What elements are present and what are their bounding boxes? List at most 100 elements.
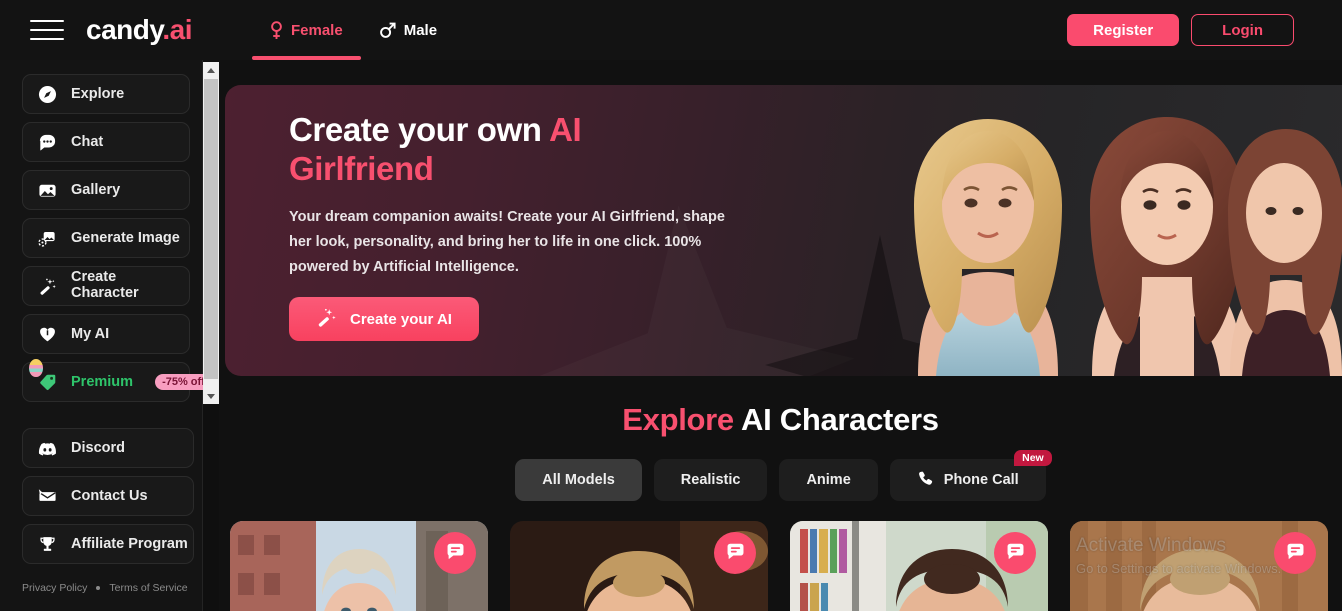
female-symbol-icon [270, 20, 283, 40]
menu-toggle-icon[interactable] [30, 17, 64, 43]
character-card-3[interactable] [790, 521, 1048, 611]
sidebar-item-explore[interactable]: Explore [22, 74, 190, 114]
tab-female[interactable]: Female [252, 0, 361, 60]
male-symbol-icon [379, 22, 396, 39]
filter-label: Realistic [680, 472, 741, 488]
top-navigation-bar: candy.ai Female Male Register Login [0, 0, 1342, 60]
hamburger-line [30, 29, 64, 31]
character-card-4[interactable] [1070, 521, 1328, 611]
sidebar-item-label: Contact Us [71, 488, 148, 504]
auth-buttons: Register Login [1067, 14, 1294, 46]
card-chat-button[interactable] [714, 532, 756, 574]
hero-banner: Create your own AI Girlfriend Your dream … [225, 85, 1342, 376]
easter-egg-icon [29, 359, 43, 377]
sidebar-nav-list: Explore Chat Gallery Generate Image Crea… [0, 60, 203, 402]
scrollbar-thumb[interactable] [204, 79, 218, 379]
filter-label: Anime [806, 472, 851, 488]
sidebar-footer-links: Privacy Policy Terms of Service [22, 582, 188, 594]
sidebar-item-label: Create Character [71, 269, 139, 301]
login-button[interactable]: Login [1191, 14, 1294, 46]
premium-discount-badge: -75% off [155, 374, 203, 390]
sidebar-item-generate-image[interactable]: Generate Image [22, 218, 190, 258]
hero-title-accent2: Girlfriend [289, 149, 434, 187]
card-chat-button[interactable] [434, 532, 476, 574]
sidebar: Explore Chat Gallery Generate Image Crea… [0, 60, 203, 611]
sidebar-item-contact-us[interactable]: Contact Us [22, 476, 194, 516]
hero-artwork [872, 85, 1342, 376]
hamburger-line [30, 38, 64, 40]
privacy-policy-link[interactable]: Privacy Policy [22, 582, 87, 594]
chat-bubble-icon [1285, 541, 1306, 565]
tab-female-label: Female [291, 21, 343, 39]
sidebar-item-discord[interactable]: Discord [22, 428, 194, 468]
sidebar-item-label: Affiliate Program [71, 536, 188, 552]
magic-wand-icon [37, 276, 57, 296]
tab-male-label: Male [403, 21, 438, 39]
sidebar-item-label: Chat [71, 134, 104, 150]
chat-bubble-icon [725, 541, 746, 565]
filter-realistic[interactable]: Realistic [653, 459, 768, 501]
character-card-1[interactable] [230, 521, 488, 611]
hero-title-part1: Create your own [289, 111, 550, 148]
character-filter-tabs: All Models Realistic Anime Phone Call Ne… [219, 450, 1342, 501]
filter-label: Phone Call [943, 472, 1019, 488]
trophy-icon [37, 534, 57, 554]
image-icon [37, 180, 57, 200]
filter-all-models[interactable]: All Models [515, 459, 642, 501]
footer-separator-dot [96, 586, 101, 590]
sidebar-scrollbar[interactable] [203, 62, 219, 404]
sidebar-item-label: Explore [71, 86, 125, 102]
sidebar-item-label: My AI [71, 326, 110, 342]
sidebar-item-my-ai[interactable]: My AI [22, 314, 190, 354]
discord-icon [37, 438, 57, 458]
hero-title-accent1: AI [549, 111, 582, 148]
magic-wand-icon [316, 307, 337, 332]
hero-title: Create your own AI Girlfriend [289, 111, 759, 189]
explore-title-accent: Explore [622, 402, 734, 437]
brand-name: candy [86, 14, 163, 45]
generate-image-icon [37, 228, 57, 248]
sidebar-item-label: Generate Image [71, 230, 180, 246]
chat-bubble-icon [1005, 541, 1026, 565]
card-chat-button[interactable] [994, 532, 1036, 574]
register-button[interactable]: Register [1067, 14, 1180, 46]
terms-of-service-link[interactable]: Terms of Service [109, 582, 187, 594]
compass-icon [37, 84, 57, 104]
brand-logo[interactable]: candy.ai [86, 14, 192, 46]
filter-anime[interactable]: Anime [779, 459, 878, 501]
hamburger-line [30, 20, 64, 22]
gender-nav: Female Male [252, 0, 455, 60]
sidebar-item-gallery[interactable]: Gallery [22, 170, 190, 210]
create-your-ai-label: Create your AI [350, 310, 452, 328]
card-chat-button[interactable] [1274, 532, 1316, 574]
filter-phone-call[interactable]: Phone Call New [889, 450, 1052, 501]
sidebar-scroll-region: Explore Chat Gallery Generate Image Crea… [0, 60, 203, 404]
sidebar-item-chat[interactable]: Chat [22, 122, 190, 162]
sidebar-item-affiliate-program[interactable]: Affiliate Program [22, 524, 194, 564]
filter-label: All Models [542, 472, 615, 488]
hero-copy: Create your own AI Girlfriend Your dream … [289, 111, 759, 280]
sidebar-item-label: Discord [71, 440, 125, 456]
character-cards-grid [219, 521, 1342, 611]
sidebar-item-create-character[interactable]: Create Character [22, 266, 190, 306]
phone-icon [917, 470, 934, 491]
brand-suffix: .ai [162, 14, 192, 45]
mail-icon [37, 486, 57, 506]
candy-ai-app: candy.ai Female Male Register Login Expl… [0, 0, 1342, 611]
explore-section-title: Explore AI Characters [219, 402, 1342, 438]
character-card-2[interactable] [510, 521, 768, 611]
sidebar-item-premium[interactable]: Premium -75% off [22, 359, 203, 402]
tab-male[interactable]: Male [361, 0, 455, 60]
hero-subtitle: Your dream companion awaits! Create your… [289, 208, 725, 275]
main-content: Create your own AI Girlfriend Your dream … [219, 60, 1342, 611]
scroll-down-arrow-icon[interactable] [203, 388, 219, 404]
hero-character-third [1228, 129, 1342, 376]
scroll-up-arrow-icon[interactable] [203, 62, 219, 78]
create-your-ai-button[interactable]: Create your AI [289, 297, 479, 341]
chat-bubble-icon [37, 132, 57, 152]
heart-icon [37, 324, 57, 344]
sidebar-item-label: Premium [71, 374, 134, 390]
new-badge: New [1014, 450, 1052, 466]
sidebar-item-label: Gallery [71, 182, 121, 198]
explore-title-rest: AI Characters [733, 402, 939, 437]
